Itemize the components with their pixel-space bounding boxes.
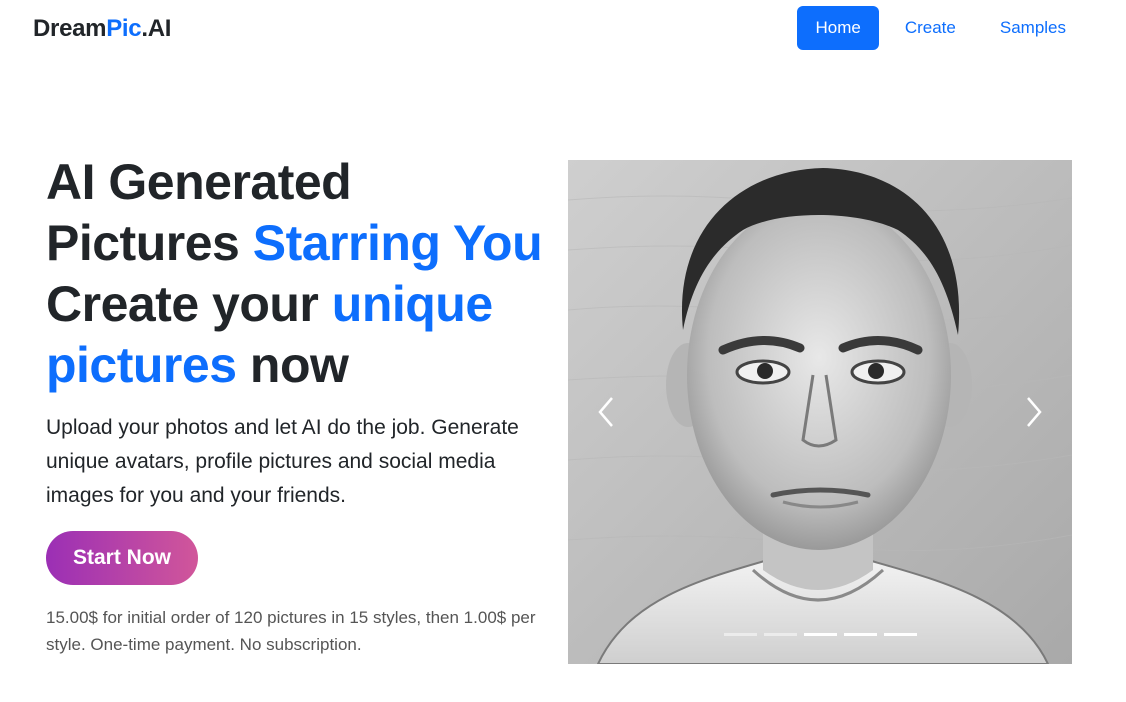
carousel-indicator[interactable] — [723, 633, 757, 636]
image-carousel — [568, 160, 1072, 664]
carousel-indicator[interactable] — [883, 633, 917, 636]
headline-line-3-plain: Create your — [46, 276, 332, 332]
carousel-indicator[interactable] — [763, 633, 797, 636]
carousel-prev-button[interactable] — [568, 160, 644, 664]
hero-headline: AI Generated Pictures Starring You Creat… — [46, 152, 556, 396]
carousel-indicator-active[interactable] — [803, 633, 837, 636]
headline-line-1: AI Generated — [46, 154, 352, 210]
nav-home[interactable]: Home — [797, 6, 879, 50]
carousel-next-button[interactable] — [996, 160, 1072, 664]
brand-part-pic: Pic — [106, 15, 142, 42]
brand-part-dream: Dream — [33, 15, 107, 42]
headline-line-4-plain: now — [236, 337, 349, 393]
carousel-indicator[interactable] — [843, 633, 877, 636]
headline-line-4-highlight: pictures — [46, 337, 237, 393]
brand-logo[interactable]: DreamPic.AI — [33, 14, 171, 44]
headline-line-2-highlight: Starring You — [252, 215, 543, 271]
main-nav: Home Create Samples — [797, 6, 1084, 50]
carousel-indicators — [568, 633, 1072, 636]
nav-create[interactable]: Create — [887, 6, 974, 50]
brand-part-ai: .AI — [141, 15, 172, 42]
chevron-left-icon — [598, 397, 613, 427]
headline-line-2-plain: Pictures — [46, 215, 253, 271]
hero-lead-text: Upload your photos and let AI do the job… — [46, 416, 519, 507]
navbar: DreamPic.AI Home Create Samples — [0, 0, 1126, 58]
hero-section: AI Generated Pictures Starring You Creat… — [46, 152, 556, 658]
pricing-note: 15.00$ for initial order of 120 pictures… — [46, 608, 536, 654]
start-now-button[interactable]: Start Now — [46, 531, 199, 585]
chevron-right-icon — [1027, 397, 1042, 427]
nav-samples[interactable]: Samples — [982, 6, 1084, 50]
headline-line-3-highlight: unique — [331, 276, 493, 332]
